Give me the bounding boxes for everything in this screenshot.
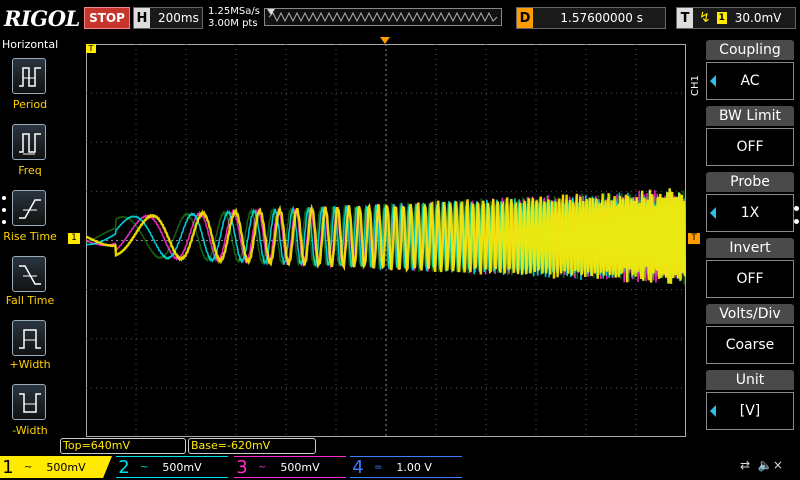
speaker-muted-icon: 🔈×: [757, 458, 783, 472]
ch1-scale: 500mV: [46, 460, 86, 474]
ch2-number: 2: [118, 456, 130, 478]
unit-button[interactable]: [V]: [706, 392, 794, 430]
rise-time-icon: [19, 199, 41, 219]
trigger-time-marker[interactable]: [380, 37, 390, 44]
ch2-coupling: ~: [140, 461, 149, 473]
unit-title: Unit: [706, 370, 794, 390]
trigger-level: 30.0mV: [734, 11, 782, 25]
invert-value: OFF: [736, 271, 764, 287]
channel-menu-tag: CH1: [690, 75, 701, 96]
brand-logo: RIGOL: [4, 6, 80, 31]
usb-sound-status[interactable]: ⇄ 🔈×: [740, 458, 783, 472]
waveform-traces: [86, 44, 686, 437]
volts-div-button[interactable]: Coarse: [706, 326, 794, 364]
probe-value: 1X: [740, 205, 760, 221]
ch3-coupling: ~: [258, 461, 267, 473]
ch4-scale: 1.00 V: [396, 460, 432, 474]
ch4-coupling: =: [374, 461, 383, 473]
probe-title: Probe: [706, 172, 794, 192]
ch1-tab[interactable]: 1 ~ 500mV: [0, 456, 112, 478]
selector-arrow-icon: [710, 75, 716, 87]
ch2-tab[interactable]: 2 ~ 500mV: [116, 456, 228, 478]
freq-label: Freq: [18, 164, 42, 177]
horizontal-letter: H: [134, 8, 150, 28]
pos-width-icon: [19, 329, 41, 349]
pos-width-button[interactable]: [12, 320, 46, 356]
trigger-position-marker: T: [86, 44, 96, 53]
ch3-scale: 500mV: [280, 460, 320, 474]
period-button[interactable]: [12, 58, 46, 94]
trigger-box[interactable]: T ↯ 1 30.0mV: [676, 7, 796, 29]
rise-time-button[interactable]: [12, 190, 46, 226]
neg-width-label: -Width: [12, 424, 48, 437]
ch4-number: 4: [352, 456, 364, 478]
rising-edge-icon: ↯: [699, 10, 711, 26]
memory-waveform-icon: [267, 9, 498, 23]
ch2-scale: 500mV: [162, 460, 202, 474]
coupling-value: AC: [740, 73, 760, 89]
bw-limit-button[interactable]: OFF: [706, 128, 794, 166]
coupling-title: Coupling: [706, 40, 794, 60]
usb-icon: ⇄: [740, 458, 751, 472]
period-label: Period: [12, 98, 48, 111]
left-menu-page-dots: [2, 196, 6, 224]
right-menu-page-dots: [794, 206, 799, 224]
ch1-offset-marker[interactable]: 1: [68, 233, 80, 244]
fall-time-label: Fall Time: [5, 294, 55, 307]
rise-time-label: Rise Time: [3, 230, 57, 243]
measurement-base[interactable]: Base=-620mV: [188, 438, 316, 454]
delay-letter: D: [517, 8, 533, 28]
bw-limit-value: OFF: [736, 139, 764, 155]
delay-box[interactable]: D 1.57600000 s: [516, 7, 666, 29]
volts-div-title: Volts/Div: [706, 304, 794, 324]
memory-depth: 3.00M pts: [208, 18, 258, 29]
ch4-tab[interactable]: 4 = 1.00 V: [350, 456, 462, 478]
volts-div-value: Coarse: [725, 337, 775, 353]
selector-arrow-icon: [710, 207, 716, 219]
ch1-coupling: ~: [24, 461, 33, 473]
fall-time-button[interactable]: [12, 256, 46, 292]
probe-button[interactable]: 1X: [706, 194, 794, 232]
coupling-button[interactable]: AC: [706, 62, 794, 100]
ch3-number: 3: [236, 456, 248, 478]
trigger-letter: T: [677, 8, 693, 28]
trigger-source: 1: [716, 12, 727, 24]
measurement-top[interactable]: Top=640mV: [60, 438, 186, 454]
timebase-box[interactable]: H 200ms: [133, 7, 203, 29]
invert-title: Invert: [706, 238, 794, 258]
ch1-number: 1: [2, 456, 14, 478]
timebase-value: 200ms: [158, 11, 199, 25]
fall-time-icon: [19, 265, 41, 285]
acquisition-info: 1.25MSa/s 3.00M pts: [208, 6, 260, 30]
neg-width-icon: [19, 393, 41, 413]
trigger-level-marker[interactable]: T: [688, 233, 700, 244]
memory-position-bar[interactable]: [264, 8, 502, 26]
invert-button[interactable]: OFF: [706, 260, 794, 298]
delay-value: 1.57600000 s: [560, 11, 643, 25]
freq-icon: [19, 133, 41, 155]
pos-width-label: +Width: [9, 358, 51, 371]
period-icon: [19, 67, 41, 87]
freq-button[interactable]: [12, 124, 46, 160]
ch3-tab[interactable]: 3 ~ 500mV: [234, 456, 346, 478]
run-stop-indicator[interactable]: STOP: [84, 7, 130, 29]
measure-menu-title: Horizontal: [2, 38, 59, 51]
neg-width-button[interactable]: [12, 384, 46, 420]
bw-limit-title: BW Limit: [706, 106, 794, 126]
selector-arrow-icon: [710, 405, 716, 417]
sample-rate: 1.25MSa/s: [208, 6, 260, 17]
unit-value: [V]: [739, 403, 761, 419]
